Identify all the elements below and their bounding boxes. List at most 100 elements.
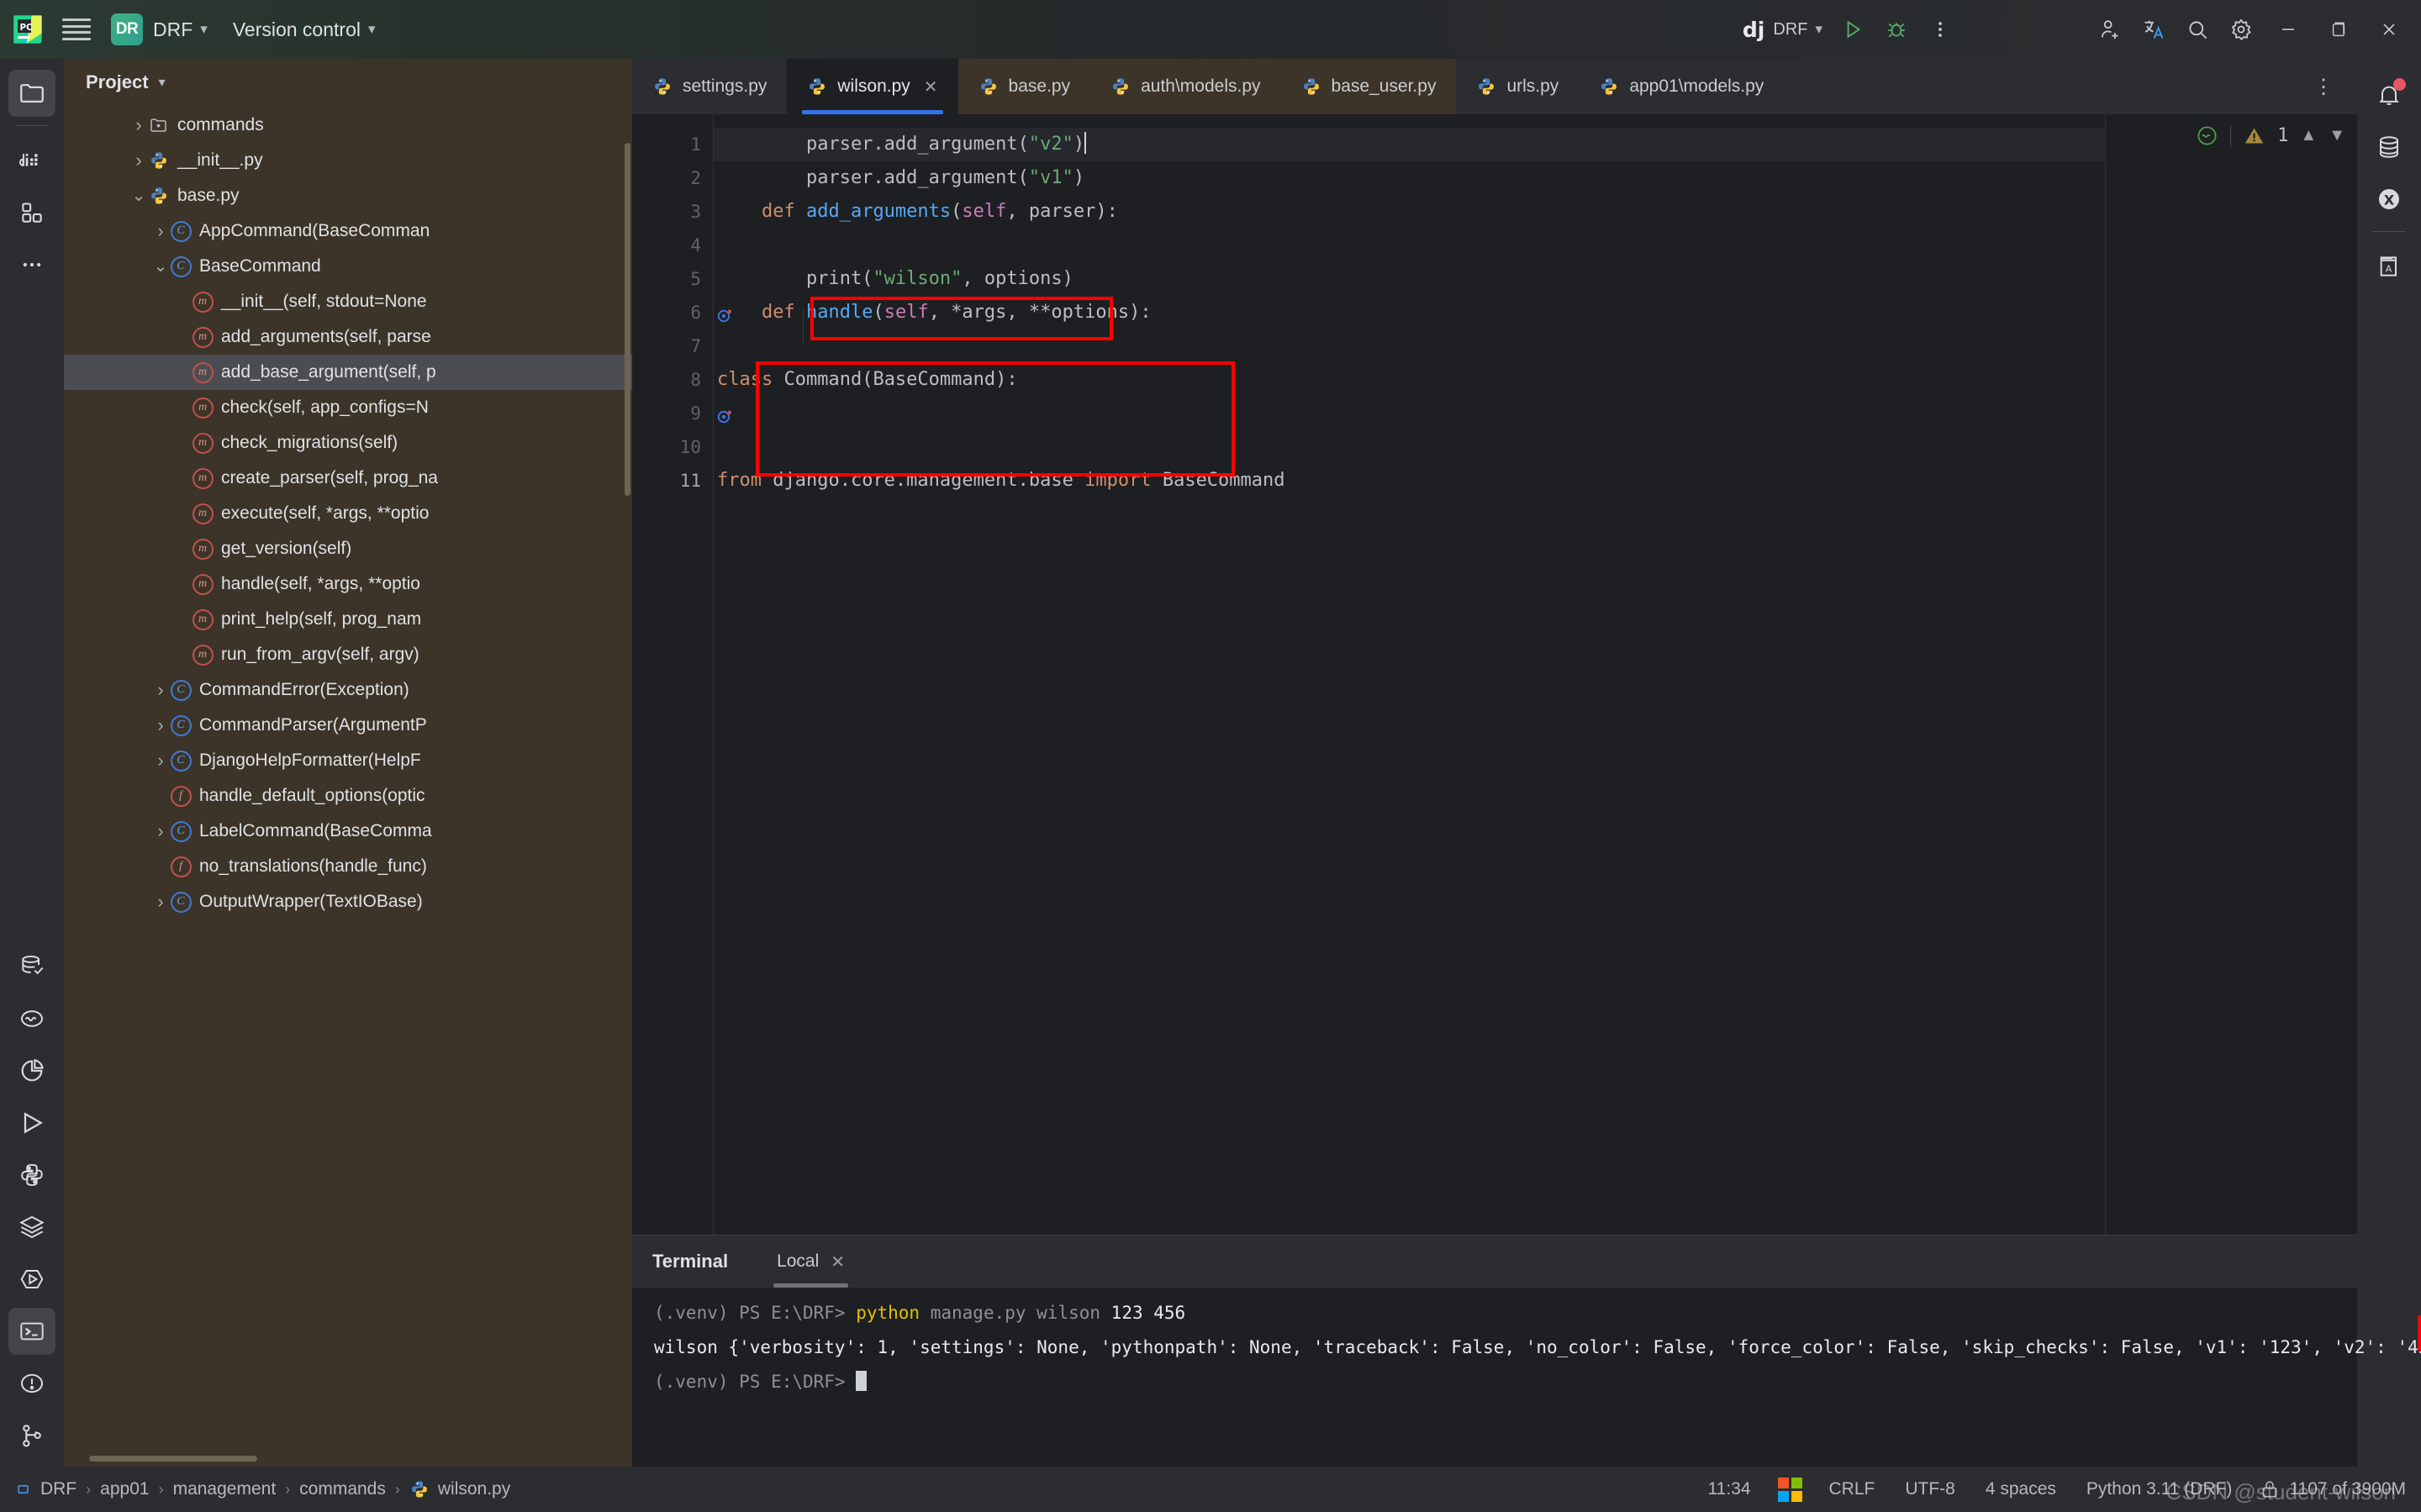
editor-gutter[interactable]: 1234567891011 xyxy=(632,114,713,1235)
tree-row[interactable]: ›__init__.py xyxy=(64,143,632,178)
minimize-icon[interactable] xyxy=(2263,0,2313,59)
sidebar-item-terminal[interactable] xyxy=(8,1308,55,1355)
sidebar-item-project[interactable] xyxy=(8,70,55,117)
project-badge[interactable]: DR xyxy=(111,13,143,45)
version-control-menu[interactable]: Version control xyxy=(233,18,361,41)
tree-row[interactable]: mhandle(self, *args, **optio xyxy=(64,566,632,602)
notifications-button[interactable] xyxy=(2366,71,2413,119)
tree-row[interactable]: mexecute(self, *args, **optio xyxy=(64,496,632,531)
close-icon[interactable] xyxy=(2364,0,2414,59)
tree-row[interactable]: mprint_help(self, prog_nam xyxy=(64,602,632,637)
status-indent[interactable]: 4 spaces xyxy=(1970,1479,2071,1499)
tree-vertical-scrollbar[interactable] xyxy=(625,143,630,496)
status-interpreter[interactable]: Python 3.11 (DRF) xyxy=(2071,1479,2248,1499)
tree-row[interactable]: mcreate_parser(self, prog_na xyxy=(64,461,632,496)
sidebar-item-more[interactable] xyxy=(8,241,55,288)
gear-icon[interactable] xyxy=(2219,8,2263,51)
debug-button[interactable] xyxy=(1875,8,1918,51)
previous-problem-icon[interactable]: ▲ xyxy=(2300,126,2317,145)
tree-row[interactable]: mcheck(self, app_configs=N xyxy=(64,390,632,425)
windows-logo-icon[interactable] xyxy=(1778,1478,1802,1502)
status-line-ending[interactable]: CRLF xyxy=(1814,1479,1891,1499)
tree-row[interactable]: ›CLabelCommand(BaseComma xyxy=(64,814,632,849)
tree-row[interactable]: ›CCommandError(Exception) xyxy=(64,672,632,708)
inspection-widget[interactable]: 1 ▲ ▼ xyxy=(2196,124,2345,147)
tree-row[interactable]: madd_base_argument(self, p xyxy=(64,355,632,390)
memory-indicator[interactable]: 1107 of 3900M xyxy=(2247,1478,2406,1500)
editor-tab[interactable]: app01\models.py xyxy=(1579,59,1784,114)
tree-row[interactable]: ›COutputWrapper(TextIOBase) xyxy=(64,884,632,919)
editor-tab[interactable]: base.py xyxy=(958,59,1091,114)
main-menu-button[interactable] xyxy=(62,18,91,40)
chevron-down-icon[interactable]: ⌄ xyxy=(129,191,148,201)
tree-row[interactable]: mget_version(self) xyxy=(64,531,632,566)
tree-row[interactable]: ›CCommandParser(ArgumentP xyxy=(64,708,632,743)
breadcrumb-item[interactable]: management xyxy=(168,1479,282,1499)
sidebar-item-version-control[interactable] xyxy=(8,1412,55,1459)
tree-row[interactable]: fno_translations(handle_func) xyxy=(64,849,632,884)
editor-tab[interactable]: base_user.py xyxy=(1281,59,1457,114)
add-user-icon[interactable] xyxy=(2088,8,2132,51)
chevron-right-icon[interactable]: › xyxy=(129,117,148,134)
sidebar-item-problems-alert[interactable] xyxy=(8,1360,55,1407)
run-button[interactable] xyxy=(1831,8,1875,51)
sidebar-item-endpoints[interactable] xyxy=(8,1256,55,1303)
chevron-right-icon[interactable]: › xyxy=(151,823,170,840)
editor-tabs-more-icon[interactable]: ⋮ xyxy=(2305,59,2342,114)
code-editor[interactable]: parser.add_argument("v2") parser.add_arg… xyxy=(713,114,2105,1235)
dictionary-button[interactable]: A xyxy=(2366,243,2413,290)
sidebar-item-django[interactable] xyxy=(8,137,55,184)
chevron-down-icon[interactable]: ▾ xyxy=(368,21,376,38)
sidebar-item-run[interactable] xyxy=(8,1099,55,1146)
editor-tab[interactable]: wilson.py✕ xyxy=(787,59,957,114)
chevron-right-icon[interactable]: › xyxy=(129,152,148,169)
project-name[interactable]: DRF xyxy=(153,18,193,41)
next-problem-icon[interactable]: ▼ xyxy=(2329,126,2345,145)
more-vertical-icon[interactable] xyxy=(1918,8,1962,51)
chevron-down-icon[interactable]: ▾ xyxy=(200,21,208,38)
tree-row[interactable]: ›CDjangoHelpFormatter(HelpF xyxy=(64,743,632,778)
chevron-right-icon[interactable]: › xyxy=(151,682,170,698)
editor-tab[interactable]: auth\models.py xyxy=(1090,59,1280,114)
sidebar-item-problems[interactable] xyxy=(8,995,55,1042)
tree-row[interactable]: m__init__(self, stdout=None xyxy=(64,284,632,319)
close-icon[interactable]: ✕ xyxy=(924,76,938,97)
database-button[interactable] xyxy=(2366,124,2413,171)
sidebar-item-profiler[interactable] xyxy=(8,1047,55,1094)
search-icon[interactable] xyxy=(2176,8,2219,51)
sidebar-item-database-check[interactable] xyxy=(8,943,55,990)
terminal-tab-local[interactable]: Local ✕ xyxy=(762,1235,860,1288)
status-encoding[interactable]: UTF-8 xyxy=(1890,1479,1970,1499)
editor-tab[interactable]: settings.py xyxy=(632,59,787,114)
maximize-icon[interactable] xyxy=(2313,0,2364,59)
tree-row[interactable]: ⌄CBaseCommand xyxy=(64,249,632,284)
terminal-output[interactable]: (.venv) PS E:\DRF> python manage.py wils… xyxy=(632,1288,2357,1467)
run-configuration-selector[interactable]: dj DRF ▾ xyxy=(1743,18,1822,42)
chevron-down-icon[interactable]: ⌄ xyxy=(151,261,170,271)
tree-row[interactable]: fhandle_default_options(optic xyxy=(64,778,632,814)
tree-row[interactable]: ›commands xyxy=(64,108,632,143)
tree-row[interactable]: ⌄base.py xyxy=(64,178,632,213)
project-tree[interactable]: ›commands›__init__.py⌄base.py›CAppComman… xyxy=(64,106,632,1467)
chevron-right-icon[interactable]: › xyxy=(151,717,170,734)
chevron-right-icon[interactable]: › xyxy=(151,893,170,910)
chevron-right-icon[interactable]: › xyxy=(151,752,170,769)
close-icon[interactable]: ✕ xyxy=(831,1251,845,1272)
tree-row[interactable]: mcheck_migrations(self) xyxy=(64,425,632,461)
sidebar-item-services[interactable] xyxy=(8,1204,55,1251)
tree-horizontal-scrollbar[interactable] xyxy=(89,1456,257,1462)
tree-row[interactable]: mrun_from_argv(self, argv) xyxy=(64,637,632,672)
breadcrumb-item[interactable]: app01 xyxy=(95,1479,154,1499)
sidebar-item-structure[interactable] xyxy=(8,189,55,236)
chevron-right-icon[interactable]: › xyxy=(151,223,170,240)
tree-row[interactable]: ›CAppCommand(BaseComman xyxy=(64,213,632,249)
breadcrumb-item[interactable]: commands xyxy=(294,1479,391,1499)
tree-row[interactable]: madd_arguments(self, parse xyxy=(64,319,632,355)
excel-button[interactable]: X xyxy=(2366,176,2413,223)
breadcrumb-item[interactable]: wilson.py xyxy=(433,1479,515,1499)
chevron-down-icon[interactable]: ▾ xyxy=(159,74,166,91)
sidebar-item-python-console[interactable] xyxy=(8,1151,55,1199)
editor-tab[interactable]: urls.py xyxy=(1456,59,1579,114)
breadcrumb-item[interactable]: DRF xyxy=(35,1479,82,1499)
translate-icon[interactable] xyxy=(2132,8,2176,51)
